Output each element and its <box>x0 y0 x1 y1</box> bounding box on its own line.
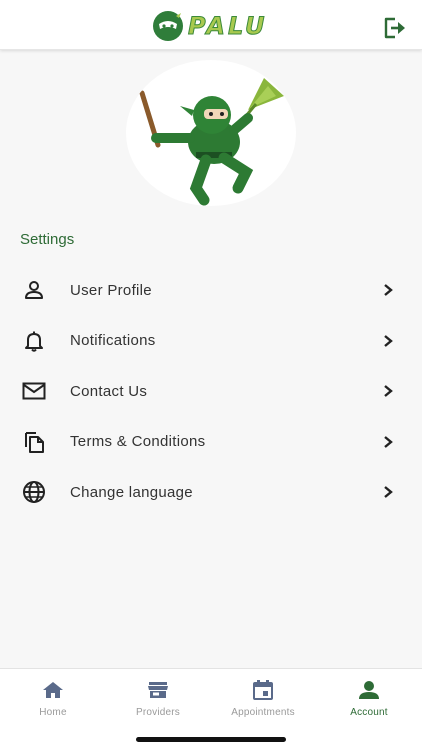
profile-avatar <box>126 60 296 206</box>
palu-logo: PALU <box>152 10 267 42</box>
ninja-logo-icon <box>153 11 183 41</box>
nav-label: Home <box>39 707 67 718</box>
bell-icon <box>22 329 46 353</box>
nav-item-account[interactable]: Account <box>316 679 422 723</box>
nav-item-providers[interactable]: Providers <box>105 679 211 723</box>
logout-button[interactable] <box>382 15 408 41</box>
nav-label: Account <box>350 707 388 718</box>
documents-icon <box>22 430 46 454</box>
logo-text: PALU <box>187 12 268 41</box>
menu-label: Change language <box>70 483 193 501</box>
menu-item-contact-us[interactable]: Contact Us <box>0 366 422 417</box>
nav-item-appointments[interactable]: Appointments <box>210 679 316 723</box>
menu-label: Notifications <box>70 332 156 350</box>
logout-icon <box>384 17 405 39</box>
nav-item-home[interactable]: Home <box>0 679 106 723</box>
menu-item-user-profile[interactable]: User Profile <box>0 265 422 316</box>
account-icon <box>357 679 381 701</box>
menu-label: Terms & Conditions <box>70 433 206 451</box>
chevron-right-icon <box>382 384 394 398</box>
chevron-right-icon <box>382 283 394 297</box>
user-icon <box>22 278 46 302</box>
envelope-icon <box>22 379 46 403</box>
chevron-right-icon <box>382 485 394 499</box>
menu-item-change-language[interactable]: Change language <box>0 467 422 518</box>
menu-label: Contact Us <box>70 382 148 400</box>
ninja-mascot-icon <box>139 78 284 206</box>
nav-label: Appointments <box>231 707 295 718</box>
settings-menu: User Profile Notifications Contact Us Te… <box>0 265 422 518</box>
home-icon <box>41 679 65 701</box>
app-header: PALU <box>0 0 422 50</box>
store-icon <box>146 679 170 701</box>
menu-label: User Profile <box>70 281 152 299</box>
calendar-icon <box>251 679 275 701</box>
home-indicator[interactable] <box>136 737 286 742</box>
nav-label: Providers <box>135 707 181 718</box>
chevron-right-icon <box>382 435 394 449</box>
menu-item-notifications[interactable]: Notifications <box>0 316 422 367</box>
settings-heading: Settings <box>20 231 75 248</box>
globe-icon <box>22 480 46 504</box>
menu-item-terms-conditions[interactable]: Terms & Conditions <box>0 417 422 468</box>
chevron-right-icon <box>382 334 394 348</box>
